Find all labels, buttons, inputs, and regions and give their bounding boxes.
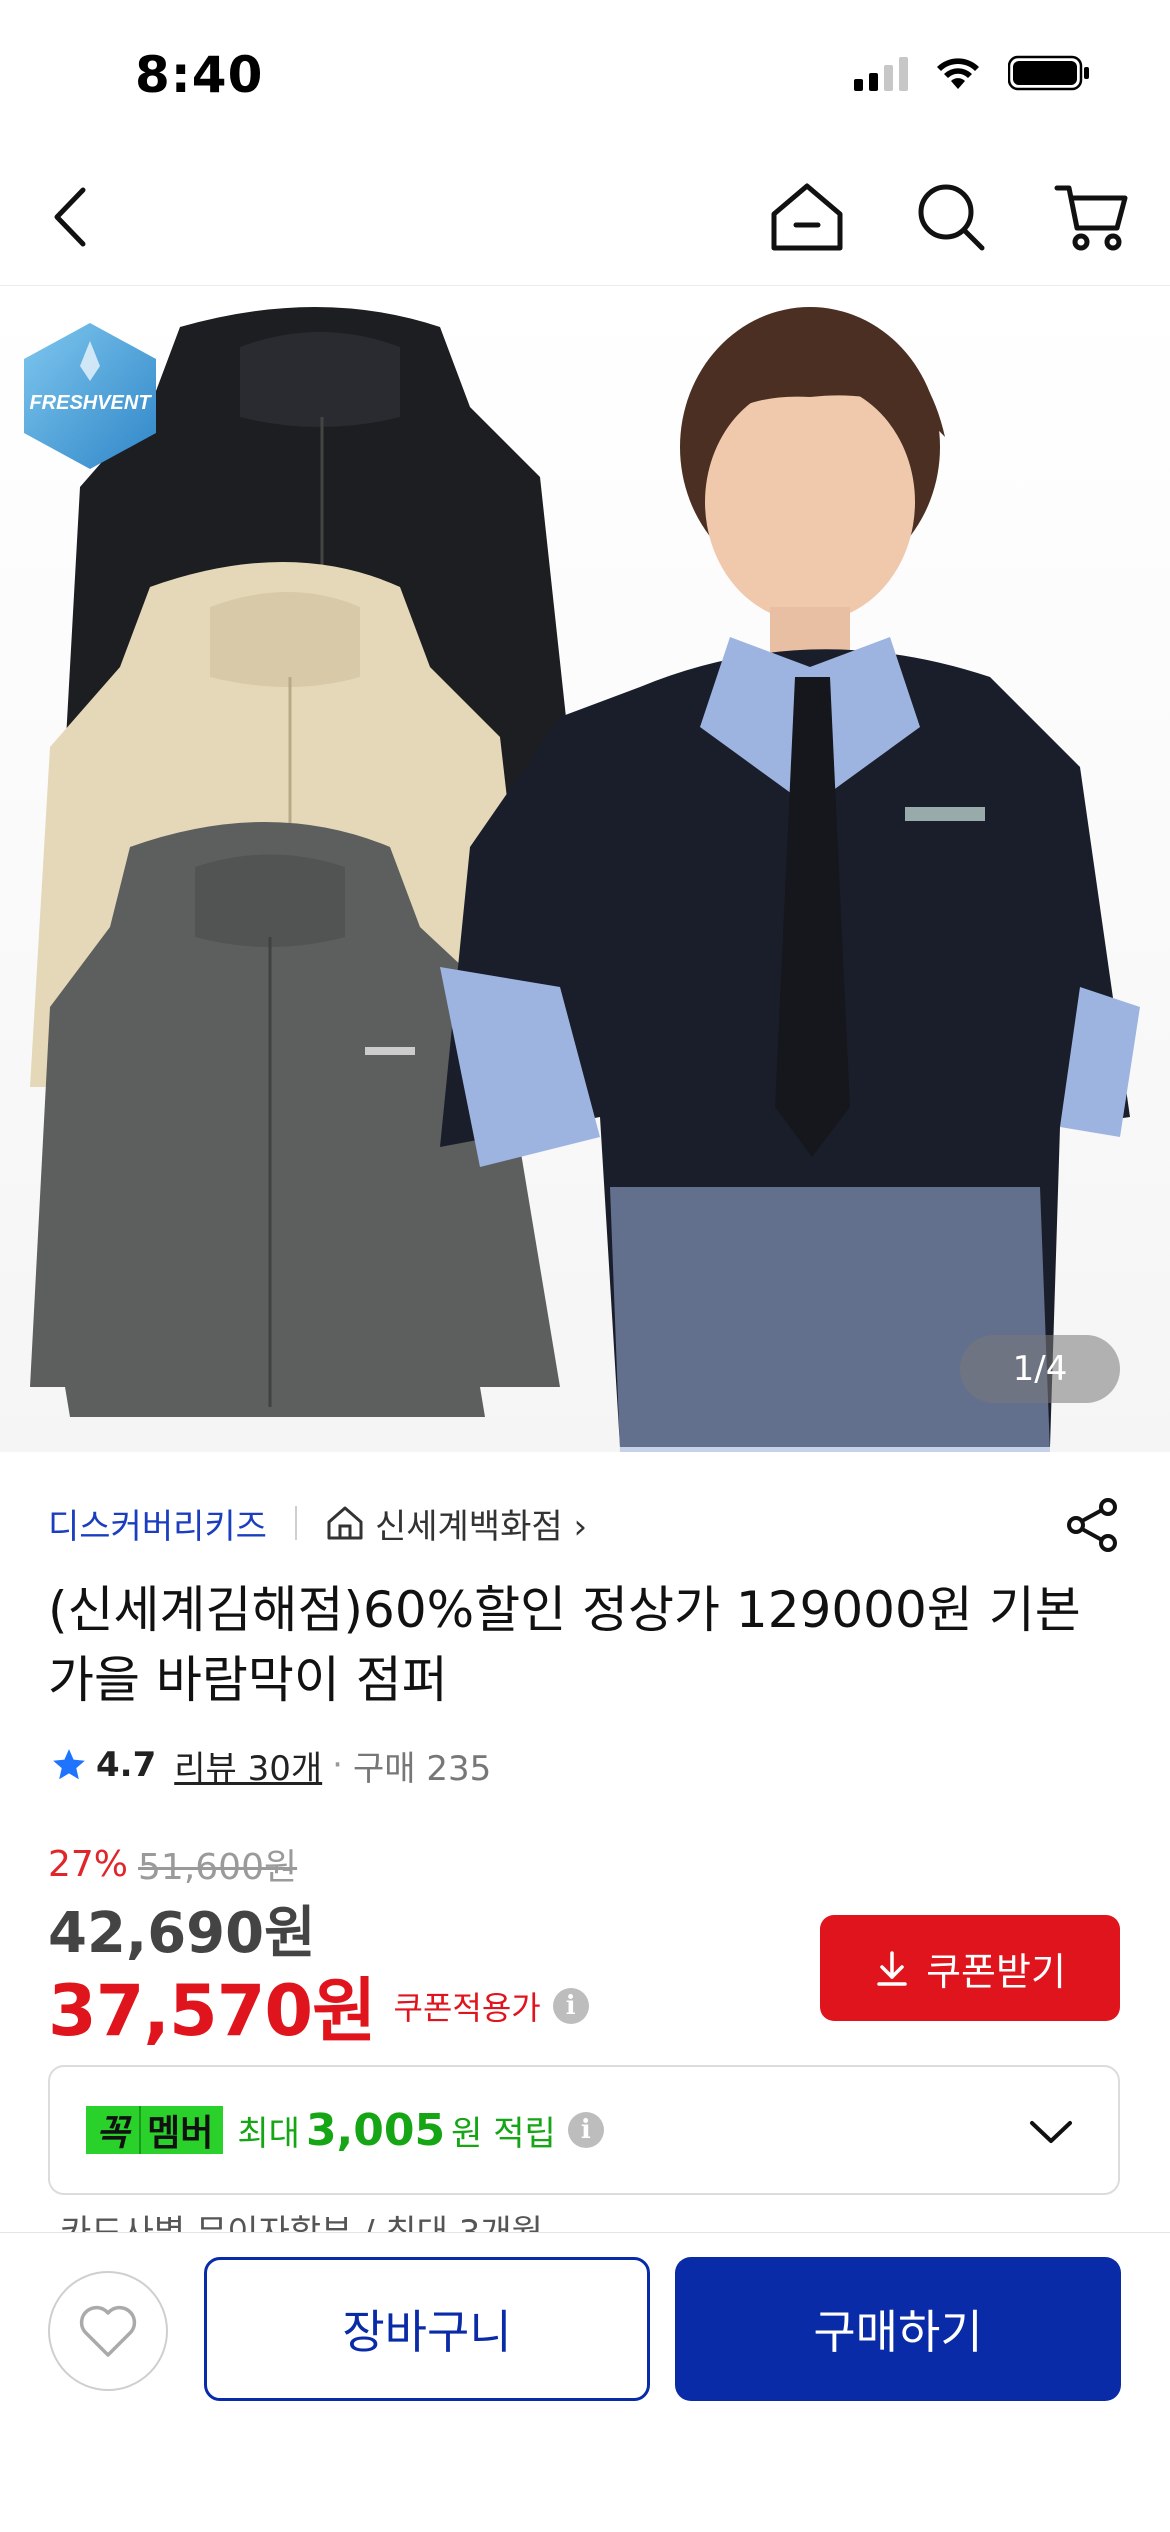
coupon-price: 37,570원	[48, 1970, 377, 2052]
store-home-icon	[327, 1506, 363, 1540]
review-link[interactable]: 리뷰 30개	[174, 1741, 322, 1790]
product-photo	[30, 307, 1140, 1452]
product-image-carousel[interactable]: FRESHVENT 1/4	[0, 287, 1170, 1452]
status-icons	[854, 55, 1090, 91]
home-button[interactable]	[762, 172, 852, 262]
buy-now-button[interactable]: 구매하기	[675, 2257, 1121, 2401]
home-icon	[771, 183, 843, 251]
star-icon	[53, 1749, 85, 1780]
brand-row: 디스커버리키즈 신세계백화점 ›	[48, 1495, 1122, 1552]
rating-value: 4.7	[96, 1745, 157, 1785]
member-amount: 3,005	[305, 2104, 446, 2156]
freshvent-badge: FRESHVENT	[20, 321, 160, 471]
purchase-count: 구매 235	[352, 1748, 492, 1789]
coupon-price-label: 쿠폰적용가	[393, 1988, 541, 2027]
status-bar: 8:40	[0, 0, 1170, 150]
cellular-signal-icon	[854, 55, 908, 91]
add-to-cart-button[interactable]: 장바구니	[204, 2257, 650, 2401]
cart-icon	[1054, 185, 1128, 251]
download-icon	[877, 1951, 907, 1986]
back-icon	[54, 187, 86, 247]
rating-row: 4.7 리뷰 30개 · 구매 235	[50, 1740, 491, 1790]
product-title: (신세계김해점)60%할인 정상가 129000원 기본 가을 바람막이 점퍼	[48, 1581, 1081, 1709]
download-coupon-label: 쿠폰받기	[926, 1949, 1066, 1994]
badge-kkok: 꼭	[86, 2106, 140, 2154]
discount-row: 27% 51,600원	[48, 1838, 297, 1890]
original-price: 51,600원	[138, 1847, 298, 1888]
dot-separator: ·	[332, 1745, 343, 1785]
member-suffix: 원 적립	[451, 2113, 556, 2154]
wifi-icon	[937, 58, 979, 89]
member-reward-text: 최대 3,005 원 적립 i	[237, 2104, 604, 2156]
brand-link[interactable]: 디스커버리키즈	[48, 1499, 267, 1548]
battery-icon	[1008, 55, 1089, 91]
info-icon[interactable]: i	[552, 1987, 589, 2024]
back-button[interactable]	[26, 172, 116, 262]
bottom-action-bar: 장바구니 구매하기	[0, 2232, 1170, 2532]
discount-rate: 27%	[48, 1843, 129, 1885]
search-button[interactable]	[906, 172, 996, 262]
download-coupon-button[interactable]: 쿠폰받기	[820, 1915, 1120, 2021]
search-icon	[918, 184, 985, 251]
badge-member: 멤버	[139, 2106, 224, 2154]
image-counter: 1/4	[960, 1335, 1120, 1403]
store-link[interactable]: 신세계백화점 ›	[375, 1499, 587, 1548]
wishlist-button[interactable]	[48, 2271, 168, 2391]
top-nav-bar	[0, 150, 1170, 286]
heart-icon	[79, 2305, 137, 2357]
chevron-down-icon[interactable]	[1024, 2105, 1078, 2159]
member-reward-box[interactable]: 꼭 멤버 최대 3,005 원 적립 i	[48, 2065, 1120, 2195]
store-name: 신세계백화점	[374, 1506, 563, 1547]
share-icon[interactable]	[1062, 1495, 1122, 1555]
cart-button[interactable]	[1046, 172, 1136, 262]
coupon-price-row: 37,570원 쿠폰적용가 i	[48, 1955, 589, 2056]
divider	[294, 1506, 297, 1540]
freshvent-logo-icon: FRESHVENT	[24, 323, 156, 469]
installment-info-peek: 카드사별 무이자할부 / 최대 3개월	[60, 2213, 543, 2233]
freshvent-text: FRESHVENT	[29, 392, 152, 414]
member-prefix: 최대	[237, 2113, 300, 2154]
status-time: 8:40	[135, 46, 264, 104]
kkok-member-badge: 꼭 멤버	[86, 2106, 224, 2154]
member-info-icon[interactable]: i	[567, 2112, 604, 2148]
